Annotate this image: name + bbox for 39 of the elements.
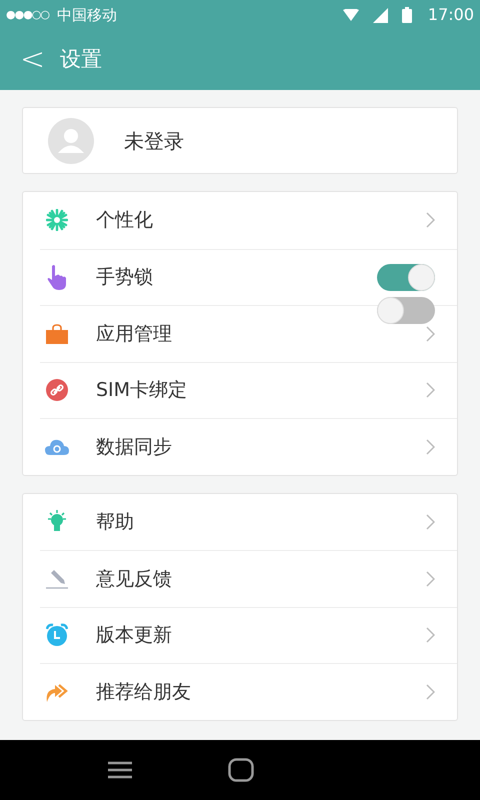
wifi-icon (342, 8, 359, 22)
settings-row[interactable]: 推荐给朋友 (40, 663, 457, 720)
settings-row[interactable]: 个性化 (40, 192, 457, 248)
row-label: 应用管理 (96, 322, 172, 346)
row-label: 推荐给朋友 (96, 680, 191, 704)
clock-time: 17:00 (428, 4, 474, 26)
settings-row[interactable]: 应用管理 (40, 305, 457, 362)
menu-icon[interactable] (108, 761, 132, 779)
settings-row[interactable]: 意见反馈 (40, 550, 457, 606)
row-label: SIM卡绑定 (96, 378, 188, 403)
chevron-icon (426, 326, 435, 342)
chevron-icon (426, 438, 435, 455)
chevron-icon (426, 382, 435, 398)
chevron-icon (426, 514, 435, 530)
chevron-icon (426, 684, 435, 700)
account-card[interactable]: 未登录 (22, 107, 458, 174)
chevron-icon (426, 212, 435, 228)
signal-dots: ●●●○○ (6, 6, 49, 23)
carrier-name: 中国移动 (57, 4, 117, 26)
login-status: 未登录 (124, 128, 184, 154)
settings-row[interactable]: 数据同步 (40, 418, 457, 474)
chevron-icon (426, 570, 435, 587)
battery-icon (402, 7, 412, 23)
row-label: 帮助 (96, 510, 134, 534)
row-label: 数据同步 (96, 434, 172, 460)
row-label: 手势锁 (96, 265, 153, 290)
row-label: 版本更新 (96, 623, 172, 648)
home-icon[interactable] (228, 758, 254, 782)
toggle-switch[interactable] (377, 297, 435, 324)
page-title: 设置 (60, 46, 102, 74)
toggle-switch[interactable] (377, 264, 435, 291)
settings-row[interactable]: SIM卡绑定 (40, 362, 457, 418)
row-label: 意见反馈 (96, 566, 172, 592)
avatar-icon (48, 118, 94, 164)
row-label: 个性化 (96, 208, 153, 233)
settings-row[interactable]: 版本更新 (40, 606, 457, 663)
settings-row[interactable]: 帮助 (40, 494, 457, 550)
signal-icon (372, 8, 388, 22)
chevron-icon (426, 627, 435, 644)
